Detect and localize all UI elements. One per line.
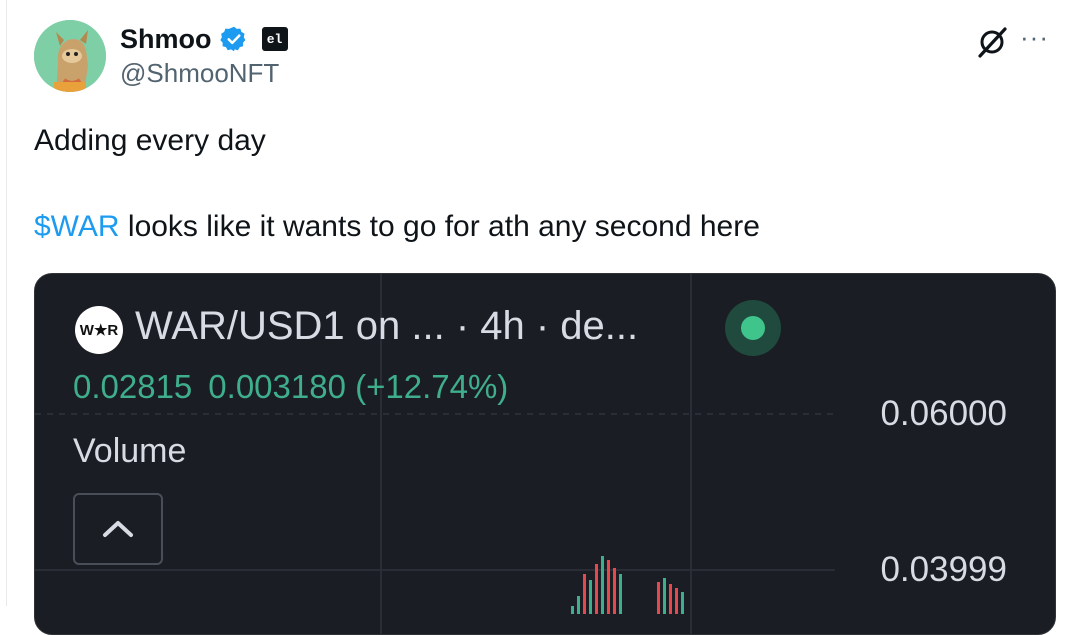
- candle: [663, 578, 666, 614]
- verified-badge-icon: [219, 26, 245, 52]
- candle: [571, 606, 574, 614]
- y-tick-label: 0.03999: [880, 550, 1007, 589]
- chevron-up-icon: [103, 521, 133, 537]
- candle: [595, 564, 598, 614]
- pair-title[interactable]: WAR/USD1 on ... · 4h · de...: [135, 304, 638, 349]
- candle: [577, 596, 580, 614]
- cashtag-link[interactable]: $WAR: [34, 210, 120, 243]
- timeline-border: [6, 0, 7, 606]
- candle: [601, 556, 604, 614]
- tweet-text-line2-rest: looks like it wants to go for ath any se…: [119, 210, 760, 243]
- live-dot-icon: [741, 316, 765, 340]
- tweet-media-chart[interactable]: W★R WAR/USD1 on ... · 4h · de... 0.02815…: [34, 273, 1056, 635]
- price-row: 0.02815 0.003180 (+12.74%): [73, 368, 508, 406]
- live-indicator: [725, 300, 781, 356]
- avatar-ape-icon: [34, 20, 106, 92]
- candle: [619, 574, 622, 614]
- tweet-text-line2: $WAR looks like it wants to go for ath a…: [34, 210, 760, 244]
- candle: [589, 580, 592, 614]
- pair-logo: W★R: [75, 306, 123, 354]
- price-change: 0.003180 (+12.74%): [208, 368, 509, 405]
- affiliate-badge[interactable]: el: [261, 27, 288, 51]
- more-icon[interactable]: ···: [1020, 22, 1049, 53]
- candle: [681, 592, 684, 614]
- y-tick-label: 0.06000: [880, 394, 1007, 433]
- candle: [583, 574, 586, 614]
- grok-icon[interactable]: [974, 24, 1010, 60]
- author-handle[interactable]: @ShmooNFT: [120, 58, 279, 89]
- tweet-text-line1: Adding every day: [34, 124, 266, 157]
- avatar[interactable]: [34, 20, 106, 92]
- candle: [613, 568, 616, 614]
- candle: [657, 582, 660, 614]
- display-name[interactable]: Shmoo: [120, 24, 212, 55]
- collapse-button[interactable]: [73, 493, 163, 565]
- candle: [669, 584, 672, 614]
- last-price: 0.02815: [73, 368, 193, 405]
- volume-label: Volume: [73, 432, 187, 470]
- candle: [675, 588, 678, 614]
- author-row: Shmoo el: [120, 20, 288, 58]
